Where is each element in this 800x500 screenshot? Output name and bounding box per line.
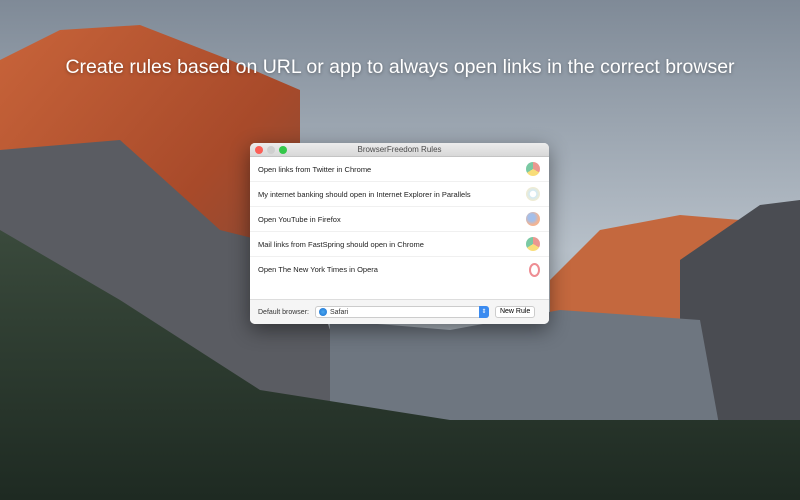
opera-icon xyxy=(529,262,540,277)
zoom-button[interactable] xyxy=(279,146,287,154)
selected-browser: Safari xyxy=(329,308,349,316)
firefox-icon xyxy=(526,212,540,226)
new-rule-button[interactable]: New Rule xyxy=(494,306,536,318)
footer-bar: Default browser: Safari ⇕ New Rule xyxy=(250,299,549,324)
rules-list: Open links from Twitter in Chrome My int… xyxy=(250,157,549,299)
default-browser-select[interactable]: Safari ⇕ xyxy=(314,306,489,318)
rule-label: Open YouTube in Firefox xyxy=(258,214,341,224)
chrome-icon xyxy=(526,237,540,251)
close-button[interactable] xyxy=(255,146,263,154)
rule-row[interactable]: Mail links from FastSpring should open i… xyxy=(250,232,549,257)
rule-row[interactable]: Open links from Twitter in Chrome xyxy=(250,157,549,182)
rule-row[interactable]: My internet banking should open in Inter… xyxy=(250,182,549,207)
rule-label: Open links from Twitter in Chrome xyxy=(258,164,372,174)
rules-window: BrowserFreedom Rules Open links from Twi… xyxy=(250,143,549,324)
chrome-icon xyxy=(526,162,540,176)
safari-icon xyxy=(318,308,327,316)
rule-row[interactable]: Open YouTube in Firefox xyxy=(250,207,549,232)
rule-label: My internet banking should open in Inter… xyxy=(258,189,471,199)
rule-row[interactable]: Open The New York Times in Opera xyxy=(250,257,549,282)
internet-explorer-icon xyxy=(526,187,540,201)
title-bar[interactable]: BrowserFreedom Rules xyxy=(250,143,549,157)
chevron-updown-icon: ⇕ xyxy=(478,306,489,318)
default-browser-label: Default browser: xyxy=(258,308,309,316)
minimize-button[interactable] xyxy=(267,146,275,154)
rule-label: Open The New York Times in Opera xyxy=(258,265,378,274)
rule-label: Mail links from FastSpring should open i… xyxy=(258,239,424,249)
window-title: BrowserFreedom Rules xyxy=(357,145,442,154)
headline: Create rules based on URL or app to alwa… xyxy=(65,56,735,78)
